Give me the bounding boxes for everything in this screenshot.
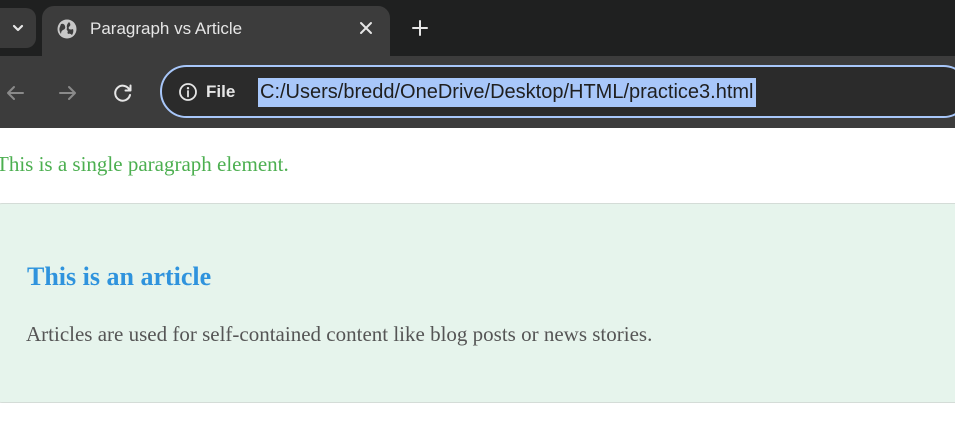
tab-strip: Paragraph vs Article bbox=[0, 0, 955, 56]
active-tab[interactable]: Paragraph vs Article bbox=[42, 6, 390, 56]
site-info-button[interactable]: File bbox=[178, 80, 235, 104]
tab-search-button[interactable] bbox=[0, 8, 36, 48]
paragraph-text: This is a single paragraph element. bbox=[0, 152, 289, 176]
close-tab-button[interactable] bbox=[355, 17, 377, 39]
url-text[interactable]: C:/Users/bredd/OneDrive/Desktop/HTML/pra… bbox=[258, 78, 756, 107]
article-body: Articles are used for self-contained con… bbox=[26, 322, 653, 346]
address-bar[interactable]: File C:/Users/bredd/OneDrive/Desktop/HTM… bbox=[160, 65, 955, 118]
tab-title: Paragraph vs Article bbox=[90, 19, 243, 38]
reload-icon bbox=[114, 84, 132, 102]
arrow-right-icon bbox=[59, 86, 76, 100]
info-icon bbox=[179, 83, 197, 101]
plus-icon bbox=[412, 20, 428, 36]
page-content: This is a single paragraph element. This… bbox=[0, 128, 955, 424]
arrow-left-icon bbox=[7, 86, 24, 100]
browser-toolbar: File C:/Users/bredd/OneDrive/Desktop/HTM… bbox=[0, 56, 955, 128]
new-tab-button[interactable] bbox=[406, 14, 434, 42]
forward-button[interactable] bbox=[53, 78, 83, 108]
globe-icon bbox=[57, 19, 77, 39]
article-card: This is an article Articles are used for… bbox=[0, 203, 955, 403]
reload-button[interactable] bbox=[108, 78, 138, 108]
article-heading: This is an article bbox=[27, 262, 212, 291]
back-button[interactable] bbox=[0, 78, 30, 108]
close-icon bbox=[360, 22, 372, 34]
chevron-down-icon bbox=[12, 24, 24, 32]
site-info-label: File bbox=[206, 82, 236, 101]
